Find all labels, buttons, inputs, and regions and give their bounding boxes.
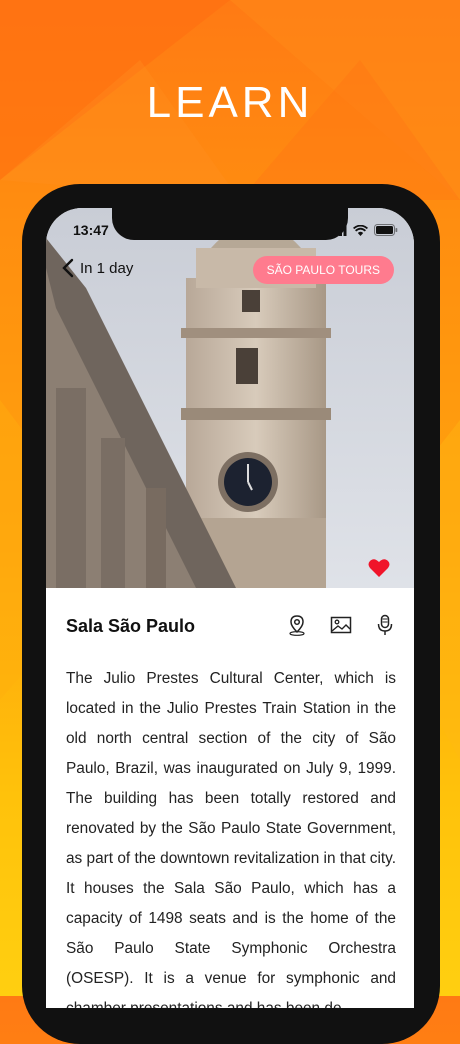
gallery-button[interactable] (330, 614, 352, 636)
microphone-icon (377, 614, 393, 635)
promo-headline: LEARN (146, 78, 314, 127)
app-screen: 13:47 In 1 day SÃO PAULO TOURS Sala São … (46, 208, 414, 1008)
phone-notch (112, 208, 348, 240)
place-actions (286, 614, 396, 636)
status-time: 13:47 (73, 222, 109, 238)
location-pin-icon (289, 615, 305, 636)
location-button[interactable] (286, 614, 308, 636)
gallery-icon (330, 616, 352, 634)
wifi-icon (353, 224, 368, 236)
tour-badge[interactable]: SÃO PAULO TOURS (252, 256, 394, 284)
place-title: Sala São Paulo (66, 616, 196, 636)
place-description: The Julio Prestes Cultural Center, which… (66, 670, 396, 1008)
battery-icon (374, 224, 398, 236)
place-details: Sala São Paulo The Julio Prestes Cultura… (46, 588, 414, 1008)
back-chevron-icon (62, 258, 74, 278)
audio-button[interactable] (374, 614, 396, 636)
back-label: In 1 day (80, 259, 134, 277)
heart-icon[interactable] (368, 558, 390, 578)
back-button[interactable]: In 1 day (62, 258, 133, 278)
